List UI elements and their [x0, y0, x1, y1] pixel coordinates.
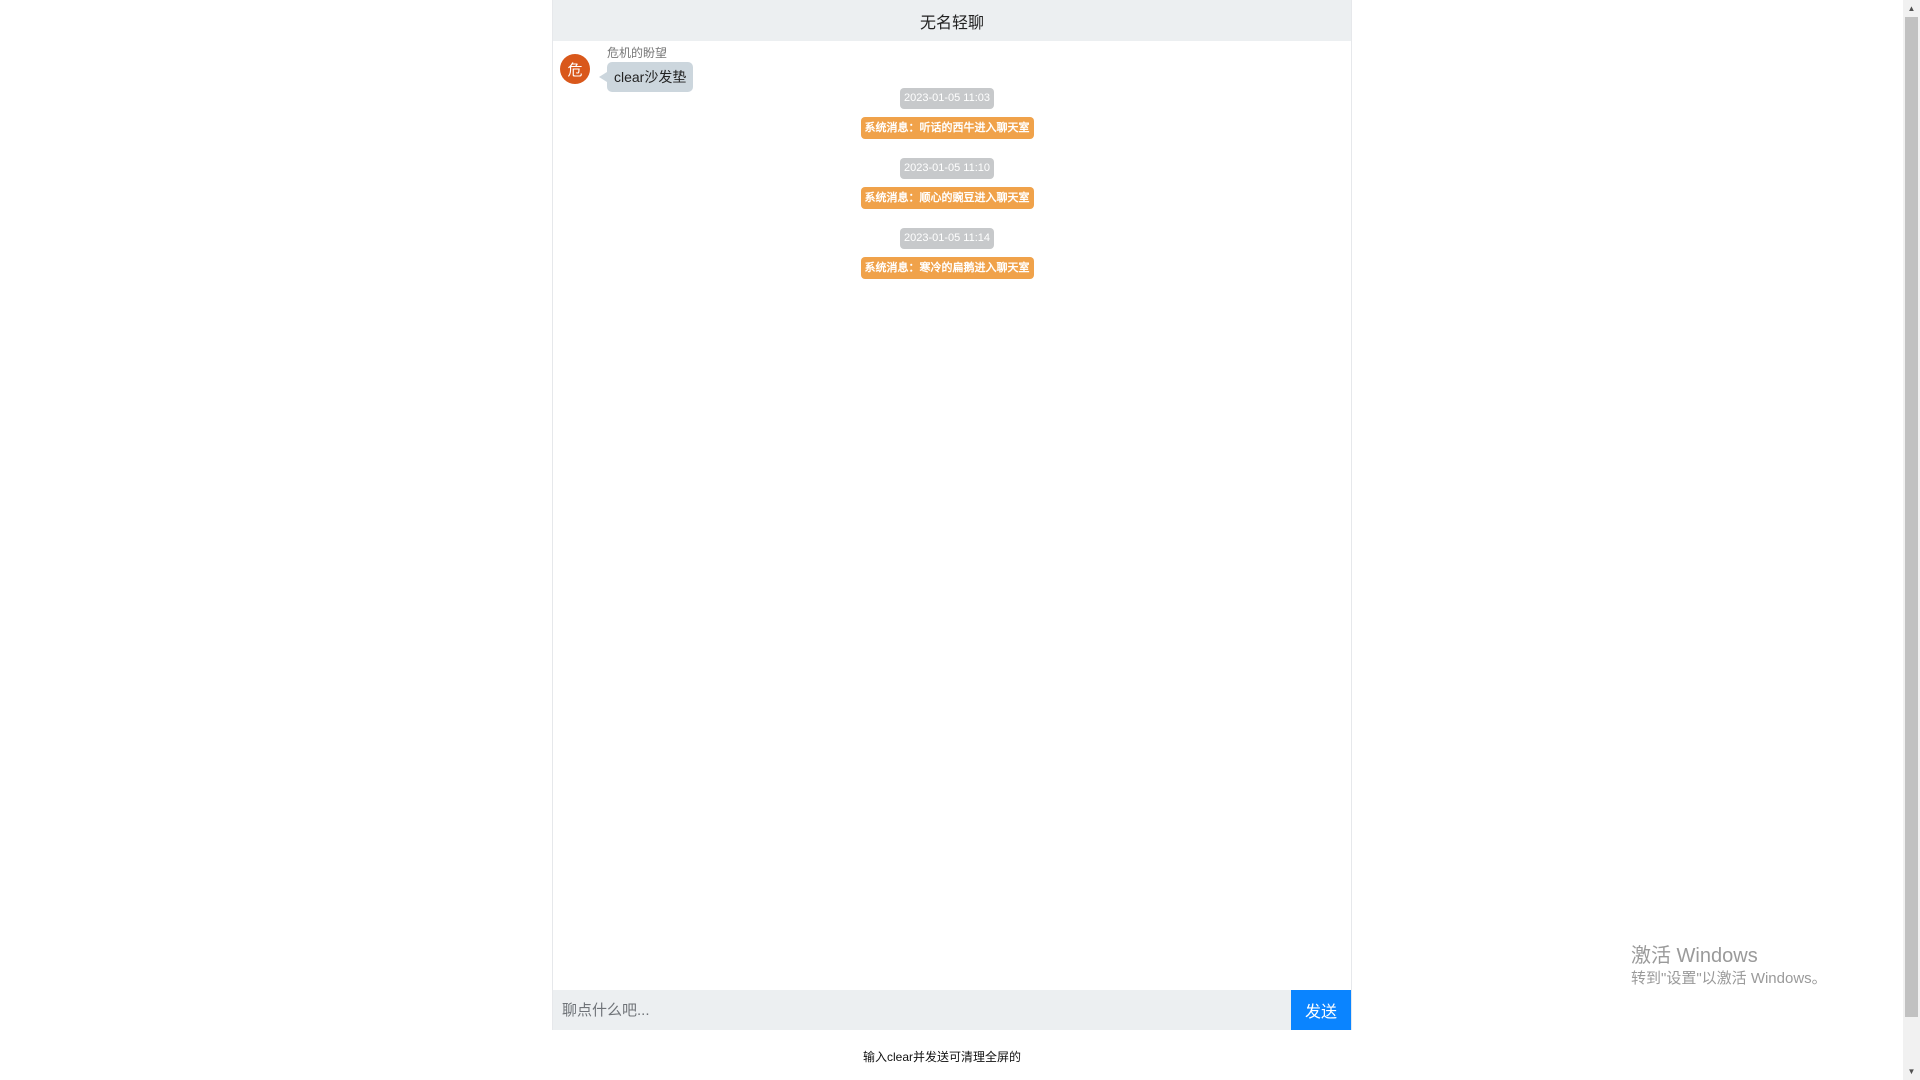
avatar[interactable]: 危 — [560, 54, 590, 84]
timestamp-row: 2023-01-05 11:14 — [553, 228, 1351, 249]
system-message: 系统消息：顺心的豌豆进入聊天室 — [860, 187, 1034, 209]
system-message-row: 系统消息：顺心的豌豆进入聊天室 — [553, 187, 1351, 209]
clear-hint: 输入clear并发送可清理全屏的 — [862, 1050, 1021, 1064]
chat-title: 无名轻聊 — [919, 14, 984, 32]
timestamp-badge: 2023-01-05 11:10 — [899, 158, 995, 179]
activation-watermark: 激活 Windows 转到"设置"以激活 Windows。 — [1631, 943, 1827, 989]
scroll-up-icon[interactable]: ▲ — [1903, 0, 1920, 17]
send-button[interactable]: 发送 — [1291, 990, 1351, 1030]
message-sender: 危机的盼望 — [607, 46, 668, 60]
timestamp-badge: 2023-01-05 11:03 — [899, 88, 995, 109]
timestamp-row: 2023-01-05 11:10 — [553, 158, 1351, 179]
chat-message: 危 危机的盼望 clear沙发垫 — [560, 46, 694, 92]
chat-panel: 无名轻聊 危 危机的盼望 clear沙发垫 2023-01-05 11:03 系… — [552, 0, 1352, 1030]
message-input[interactable] — [553, 990, 1291, 1030]
message-body: 危机的盼望 clear沙发垫 — [599, 46, 694, 92]
system-message-row: 系统消息：寒冷的扁鹅进入聊天室 — [553, 257, 1351, 279]
message-text: clear沙发垫 — [614, 69, 687, 85]
message-area[interactable]: 危 危机的盼望 clear沙发垫 2023-01-05 11:03 系统消息：听… — [553, 41, 1351, 990]
timestamp-badge: 2023-01-05 11:14 — [899, 228, 995, 249]
watermark-subtitle: 转到"设置"以激活 Windows。 — [1631, 970, 1827, 987]
page-scrollbar[interactable]: ▲ ▼ — [1903, 0, 1920, 1080]
scroll-down-icon[interactable]: ▼ — [1903, 1063, 1920, 1080]
input-bar: 发送 — [553, 990, 1351, 1030]
timestamp-row: 2023-01-05 11:03 — [553, 88, 1351, 109]
system-message: 系统消息：听话的西牛进入聊天室 — [860, 117, 1034, 139]
bubble-tail — [599, 72, 607, 82]
system-message: 系统消息：寒冷的扁鹅进入聊天室 — [860, 257, 1034, 279]
page: 无名轻聊 危 危机的盼望 clear沙发垫 2023-01-05 11:03 系… — [0, 0, 1920, 1080]
scroll-thumb[interactable] — [1905, 17, 1918, 1017]
system-message-row: 系统消息：听话的西牛进入聊天室 — [553, 117, 1351, 139]
chat-header: 无名轻聊 — [553, 0, 1351, 41]
avatar-char: 危 — [567, 61, 583, 79]
watermark-title: 激活 Windows — [1631, 945, 1758, 967]
